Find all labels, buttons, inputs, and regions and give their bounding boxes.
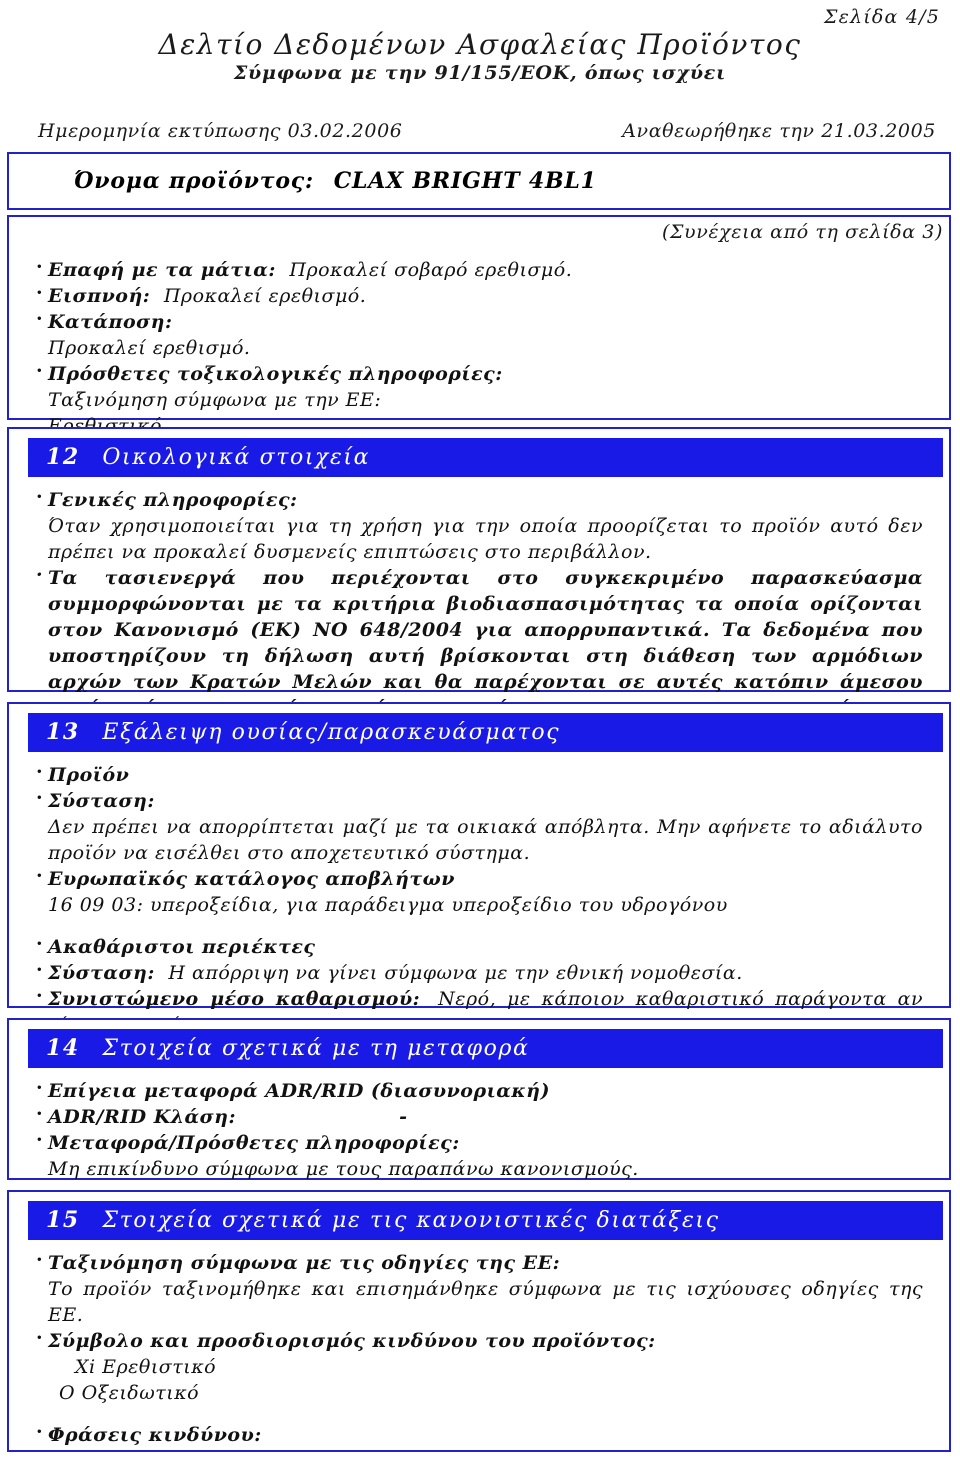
document-title: Δελτίο Δεδομένων Ασφαλείας Προϊόντος <box>158 28 802 61</box>
section-12-header: 12 Οικολογικά στοιχεία <box>28 438 943 477</box>
hazard-symbol-label: Σύμβολο και προσδιορισμός κινδύνου του π… <box>48 1330 656 1352</box>
eu-directives-text: Το προϊόν ταξινομήθηκε και επισημάνθηκε … <box>48 1278 923 1326</box>
section-15-number: 15 <box>46 1207 80 1233</box>
ingestion-value: Προκαλεί ερεθισμό. <box>48 337 251 359</box>
section-15-title: Στοιχεία σχετικά με τις κανονιστικές δια… <box>102 1208 720 1233</box>
containers-recommendation-row: Σύσταση: Η απόρριψη να γίνει σύμφωνα με … <box>35 957 923 986</box>
revision-date: Αναθεωρήθηκε την 21.03.2005 <box>622 120 936 142</box>
section-12-number: 12 <box>46 444 80 470</box>
containers-recommendation-label: Σύσταση: <box>48 962 155 984</box>
inhalation-value: Προκαλεί ερεθισμό. <box>163 285 367 307</box>
inhalation-label: Εισπνοή: <box>48 285 151 307</box>
cleaning-agent-label: Συνιστώμενο μέσο καθαρισμού: <box>48 988 421 1010</box>
disposal-recommendation-label: Σύσταση: <box>48 790 155 812</box>
land-transport-label: Επίγεια μεταφορά ADR/RID (διασυνοριακή) <box>48 1080 550 1102</box>
hazard-symbol-o: Ο Οξειδωτικό <box>59 1382 200 1404</box>
eu-directives-label: Ταξινόμηση σύμφωνα με τις οδηγίες της ΕΕ… <box>48 1252 561 1274</box>
section-14-number: 14 <box>46 1035 80 1061</box>
disposal-recommendation-row: Σύσταση: <box>35 785 923 814</box>
general-info-text: Όταν χρησιμοποιείται για τη χρήση για τη… <box>48 515 923 563</box>
transport-additional-label: Μεταφορά/Πρόσθετες πληροφορίες: <box>48 1132 460 1154</box>
section-12-box: 12 Οικολογικά στοιχεία Γενικές πληροφορί… <box>7 427 951 745</box>
additional-toxicology-row: Πρόσθετες τοξικολογικές πληροφορίες: <box>35 358 923 387</box>
eu-classification-label: Ταξινόμηση σύμφωνα με την ΕΕ: <box>48 389 382 411</box>
hazard-symbol-xi: Xi Ερεθιστικό <box>75 1356 217 1378</box>
additional-toxicology-label: Πρόσθετες τοξικολογικές πληροφορίες: <box>48 363 503 385</box>
section-15-box: 15 Στοιχεία σχετικά με τις κανονιστικές … <box>7 1190 951 1452</box>
section-14-box: 14 Στοιχεία σχετικά με τη μεταφορά Επίγε… <box>7 1018 951 1180</box>
continued-to-note: (Συνέχεια στη σελίδα 5) <box>35 1448 923 1458</box>
section-13-box: 13 Εξάλειψη ουσίας/παρασκευάσματος Προϊό… <box>7 702 951 1036</box>
section-15-header: 15 Στοιχεία σχετικά με τις κανονιστικές … <box>28 1201 943 1240</box>
ingestion-label: Κατάποση: <box>48 311 173 333</box>
eye-contact-row: Επαφή με τα μάτια: Προκαλεί σοβαρό ερεθι… <box>35 254 923 283</box>
inhalation-row: Εισπνοή: Προκαλεί ερεθισμό. <box>35 280 923 309</box>
land-transport-row: Επίγεια μεταφορά ADR/RID (διασυνοριακή) <box>35 1075 923 1104</box>
continued-from-note: (Συνέχεια από τη σελίδα 3) <box>662 221 943 243</box>
section-13-number: 13 <box>46 719 80 745</box>
document-subtitle: Σύμφωνα με την 91/155/ΕΟΚ, όπως ισχύει <box>233 62 727 84</box>
section-12-title: Οικολογικά στοιχεία <box>102 445 371 470</box>
product-label: Προϊόν <box>48 764 130 786</box>
disposal-recommendation-text: Δεν πρέπει να απορρίπτεται μαζί με τα οι… <box>48 816 923 864</box>
waste-catalogue-row: Ευρωπαϊκός κατάλογος αποβλήτων <box>35 863 923 892</box>
general-info-label: Γενικές πληροφορίες: <box>48 489 298 511</box>
hazard-symbol-row: Σύμβολο και προσδιορισμός κινδύνου του π… <box>35 1325 923 1354</box>
section-14-header: 14 Στοιχεία σχετικά με τη μεταφορά <box>28 1029 943 1068</box>
toxicology-box: (Συνέχεια από τη σελίδα 3) Επαφή με τα μ… <box>7 215 951 437</box>
product-name-label: Όνομα προϊόντος: <box>74 168 314 194</box>
msds-page: Σελίδα 4/5 Δελτίο Δεδομένων Ασφαλείας Πρ… <box>0 0 960 1458</box>
containers-recommendation-value: Η απόρριψη να γίνει σύμφωνα με την εθνικ… <box>168 962 743 984</box>
section-13-header: 13 Εξάλειψη ουσίας/παρασκευάσματος <box>28 713 943 752</box>
eye-contact-value: Προκαλεί σοβαρό ερεθισμό. <box>289 259 573 281</box>
section-14-title: Στοιχεία σχετικά με τη μεταφορά <box>102 1036 530 1061</box>
waste-catalogue-value: 16 09 03: υπεροξείδια, για παράδειγμα υπ… <box>48 894 728 916</box>
transport-additional-value: Μη επικίνδυνο σύμφωνα με τους παραπάνω κ… <box>48 1158 639 1180</box>
risk-phrases-row: Φράσεις κινδύνου: <box>35 1419 923 1448</box>
risk-phrases-label: Φράσεις κινδύνου: <box>48 1424 262 1446</box>
eye-contact-label: Επαφή με τα μάτια: <box>48 259 276 281</box>
adr-rid-class-value: - <box>399 1106 408 1128</box>
print-date: Ημερομηνία εκτύπωσης 03.02.2006 <box>38 120 403 142</box>
product-row: Προϊόν <box>35 759 923 788</box>
general-info-row: Γενικές πληροφορίες: <box>35 484 923 513</box>
product-name-box: Όνομα προϊόντος: CLAX BRIGHT 4BL1 <box>7 152 951 210</box>
product-name-value: CLAX BRIGHT 4BL1 <box>333 168 597 194</box>
transport-additional-row: Μεταφορά/Πρόσθετες πληροφορίες: <box>35 1127 923 1156</box>
uncleaned-containers-label: Ακαθάριστοι περιέκτες <box>48 936 316 958</box>
section-13-title: Εξάλειψη ουσίας/παρασκευάσματος <box>102 720 561 745</box>
waste-catalogue-label: Ευρωπαϊκός κατάλογος αποβλήτων <box>48 868 455 890</box>
adr-rid-class-label: ADR/RID Κλάση: <box>48 1106 237 1128</box>
page-number: Σελίδα 4/5 <box>823 6 940 28</box>
date-line: Ημερομηνία εκτύπωσης 03.02.2006 Αναθεωρή… <box>38 120 936 142</box>
eu-directives-row: Ταξινόμηση σύμφωνα με τις οδηγίες της ΕΕ… <box>35 1247 923 1276</box>
adr-rid-class-row: ADR/RID Κλάση: - <box>35 1101 923 1130</box>
ingestion-row: Κατάποση: <box>35 306 923 335</box>
uncleaned-containers-row: Ακαθάριστοι περιέκτες <box>35 931 923 960</box>
